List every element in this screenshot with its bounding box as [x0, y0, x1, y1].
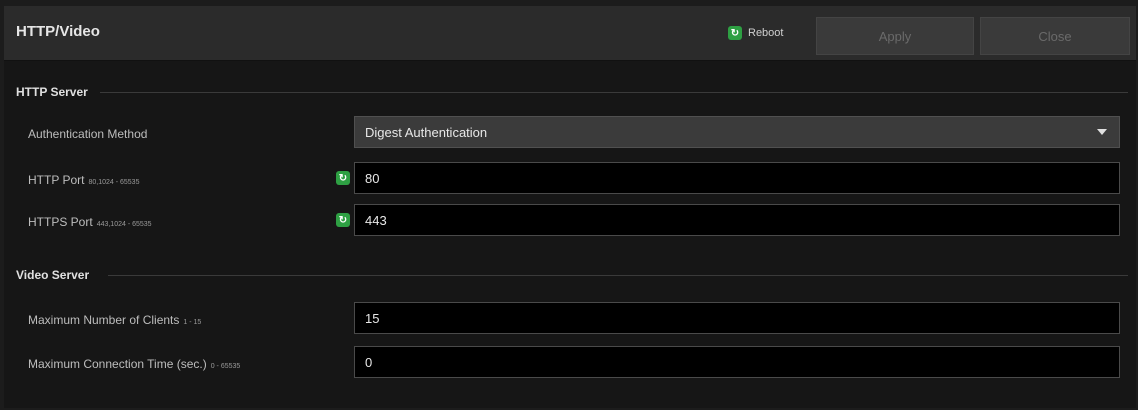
https-port-label: HTTPS Port 443,1024 - 65535 [28, 215, 152, 229]
http-port-label-text: HTTP Port [28, 173, 85, 187]
auth-method-label: Authentication Method [28, 127, 147, 141]
max-clients-label: Maximum Number of Clients 1 - 15 [28, 313, 201, 327]
reboot-label: Reboot [748, 27, 784, 39]
auth-method-select[interactable]: Digest Authentication [354, 116, 1120, 148]
http-port-range: 80,1024 - 65535 [88, 179, 140, 186]
section-divider [108, 275, 1128, 276]
max-clients-label-text: Maximum Number of Clients [28, 313, 180, 327]
chevron-down-icon [1097, 129, 1107, 135]
auth-method-value: Digest Authentication [365, 124, 488, 140]
https-port-input[interactable]: 443 [354, 204, 1120, 236]
max-connection-time-range: 0 - 65535 [210, 363, 241, 370]
http-port-label: HTTP Port 80,1024 - 65535 [28, 173, 139, 187]
section-divider [100, 92, 1128, 93]
http-port-input[interactable]: 80 [354, 162, 1120, 194]
https-port-label-text: HTTPS Port [28, 215, 93, 229]
panel-header: HTTP/Video ↻ Reboot Apply Close [4, 6, 1136, 61]
reboot-legend: ↻ Reboot [728, 23, 783, 43]
max-connection-time-input[interactable]: 0 [354, 346, 1120, 378]
close-button[interactable]: Close [980, 17, 1130, 55]
reboot-indicator-icon: ↻ [336, 213, 350, 227]
http-server-section-title: HTTP Server [16, 85, 88, 99]
max-clients-input[interactable]: 15 [354, 302, 1120, 334]
reboot-indicator-icon: ↻ [728, 26, 742, 40]
settings-panel: HTTP/Video ↻ Reboot Apply Close HTTP Ser… [4, 6, 1136, 408]
reboot-indicator-icon: ↻ [336, 171, 350, 185]
max-connection-time-label: Maximum Connection Time (sec.) 0 - 65535 [28, 357, 240, 371]
max-connection-time-label-text: Maximum Connection Time (sec.) [28, 357, 207, 371]
max-clients-range: 1 - 15 [183, 319, 202, 326]
video-server-section-title: Video Server [16, 268, 90, 282]
auth-method-label-text: Authentication Method [28, 127, 148, 141]
apply-button[interactable]: Apply [816, 17, 974, 55]
page-title: HTTP/Video [16, 23, 100, 40]
https-port-range: 443,1024 - 65535 [96, 221, 152, 228]
